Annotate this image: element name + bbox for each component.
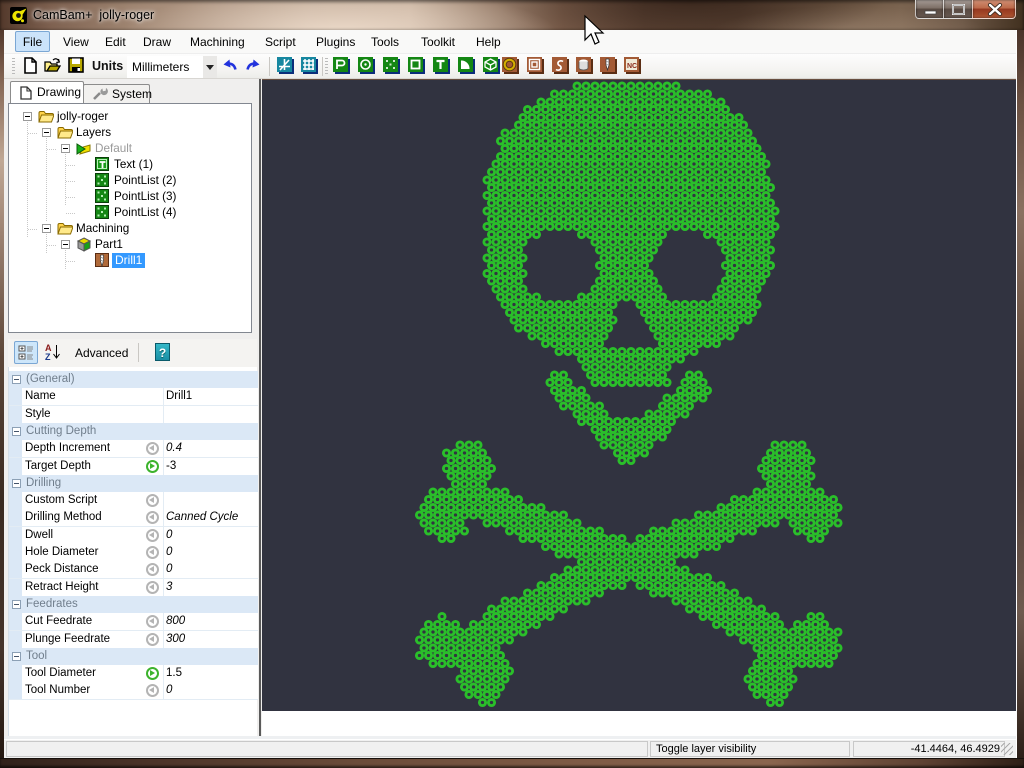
svg-text:Z: Z [45,352,51,361]
svg-text:NC: NC [627,63,637,70]
